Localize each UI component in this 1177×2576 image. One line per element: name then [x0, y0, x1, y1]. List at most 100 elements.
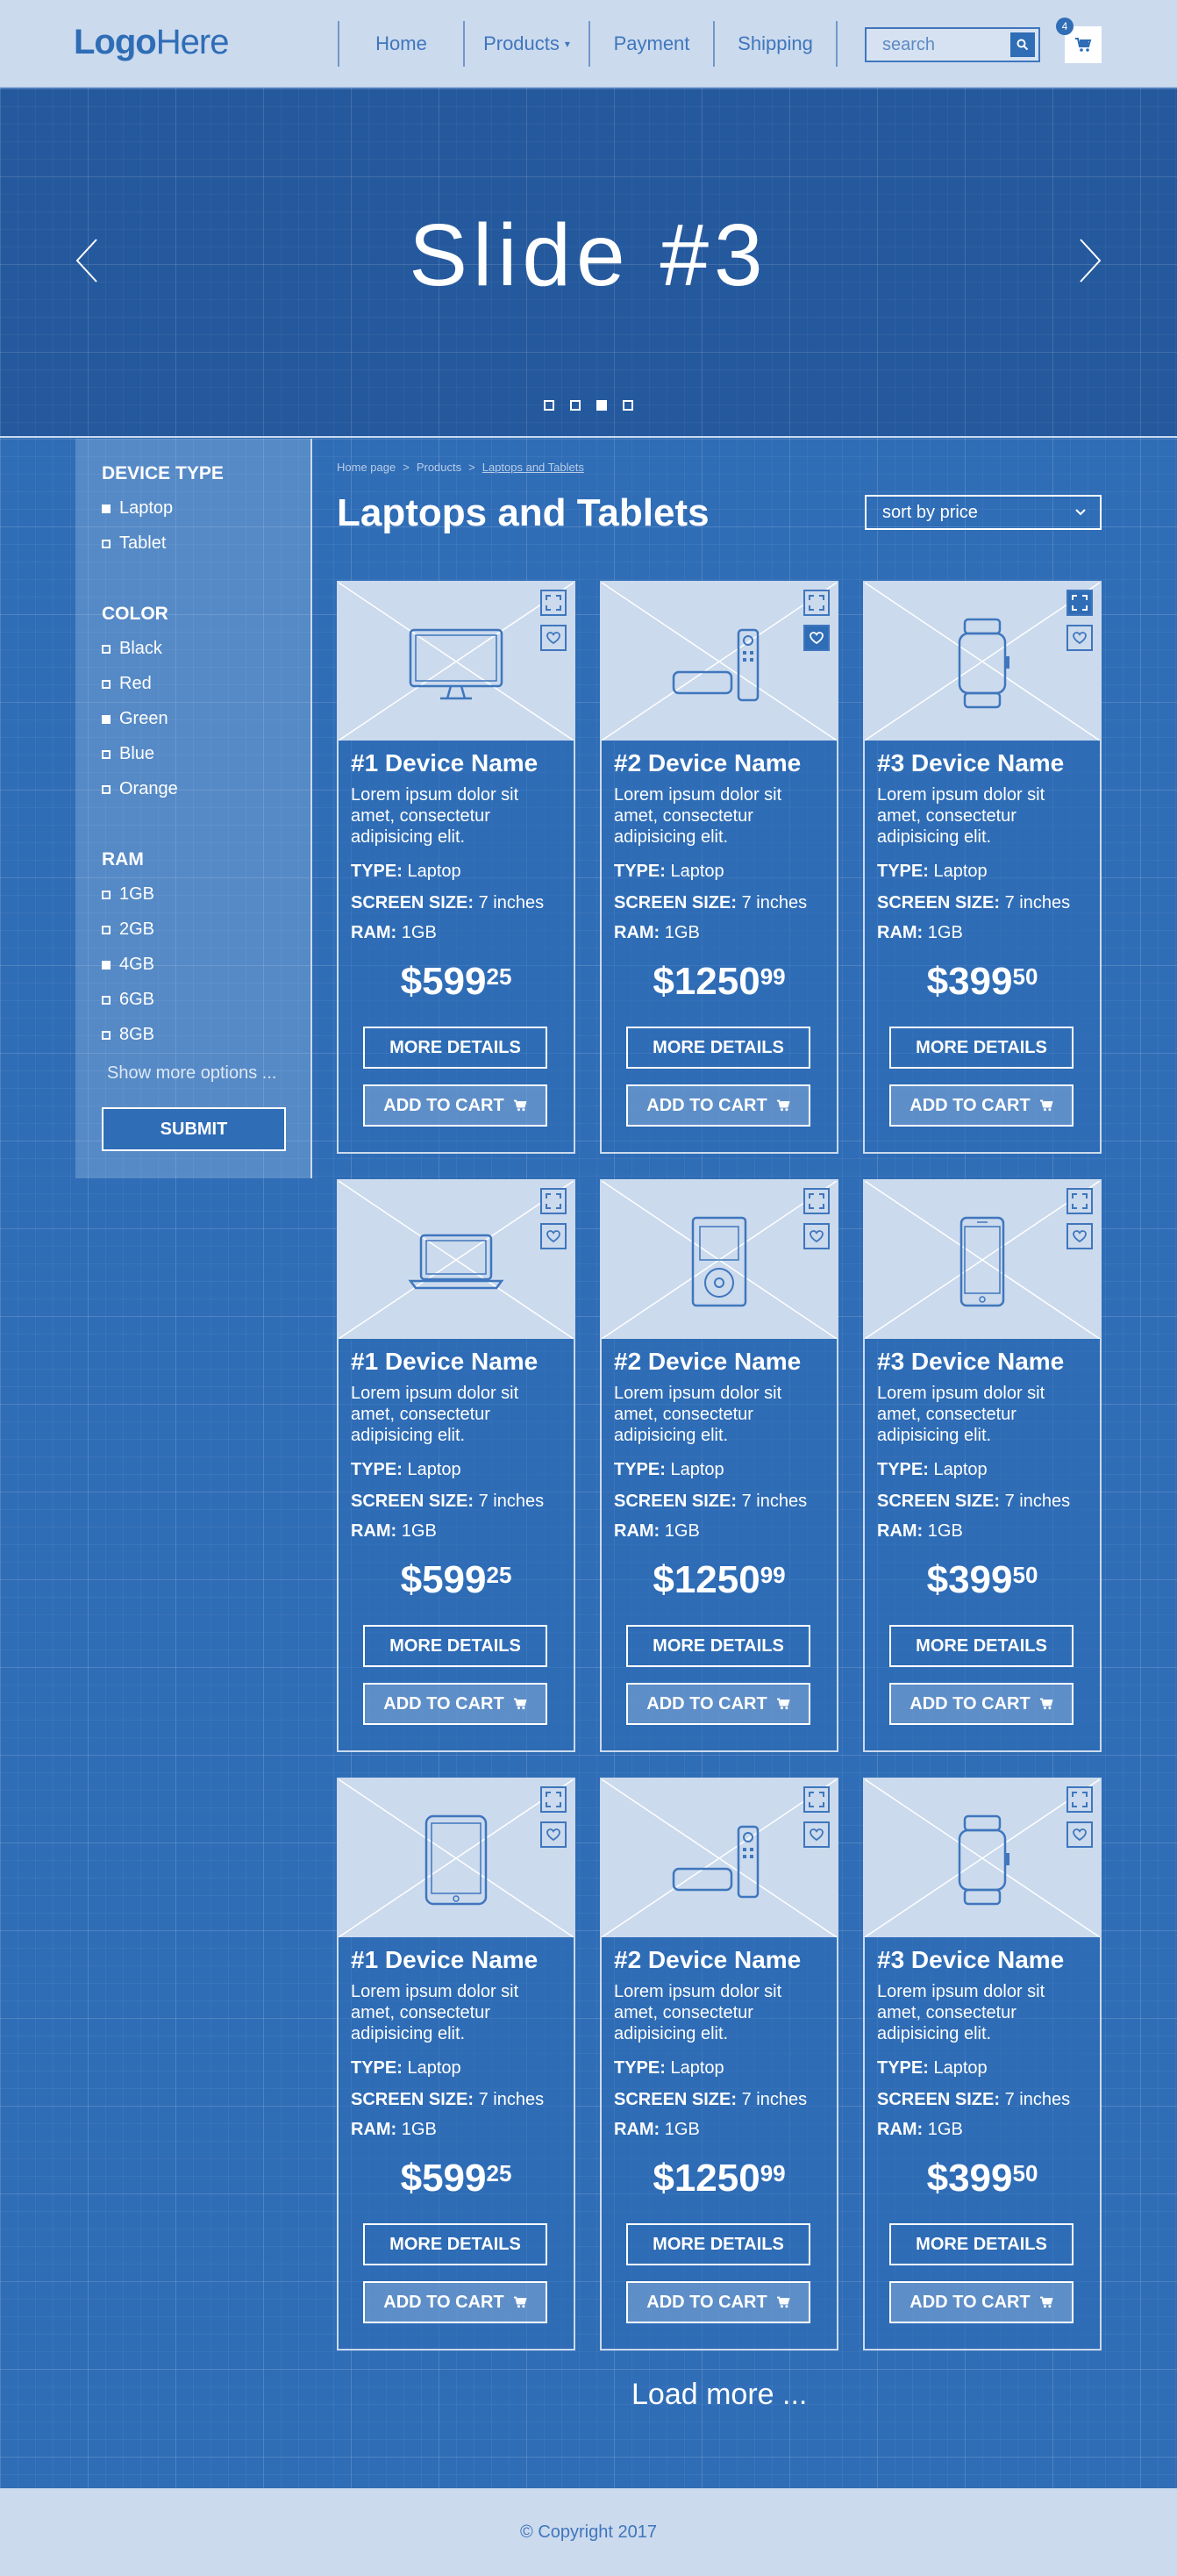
favorite-button[interactable]: [803, 1821, 830, 1848]
favorite-button[interactable]: [803, 625, 830, 651]
product-name[interactable]: #2 Device Name: [614, 1946, 801, 1974]
slider-next-arrow[interactable]: [1077, 238, 1103, 288]
checkbox[interactable]: [102, 784, 111, 794]
product-image[interactable]: [602, 583, 837, 741]
slider-dot[interactable]: [544, 400, 554, 411]
add-to-cart-button[interactable]: ADD TO CART: [363, 2281, 547, 2323]
expand-button[interactable]: [1066, 590, 1093, 616]
more-details-button[interactable]: MORE DETAILS: [889, 2223, 1074, 2265]
product-name[interactable]: #3 Device Name: [877, 1348, 1064, 1376]
product-image[interactable]: [602, 1181, 837, 1339]
breadcrumb-home[interactable]: Home page: [337, 461, 396, 474]
sort-select[interactable]: sort by price: [865, 495, 1102, 530]
more-details-button[interactable]: MORE DETAILS: [626, 1625, 810, 1667]
filter-option[interactable]: Black: [102, 639, 162, 659]
expand-button[interactable]: [803, 1188, 830, 1214]
slider-dot[interactable]: [570, 400, 581, 411]
checkbox-checked[interactable]: [102, 714, 111, 724]
logo[interactable]: LogoHere: [74, 23, 229, 62]
favorite-button[interactable]: [1066, 625, 1093, 651]
product-name[interactable]: #2 Device Name: [614, 1348, 801, 1376]
search-button[interactable]: [1010, 32, 1035, 57]
favorite-button[interactable]: [1066, 1821, 1093, 1848]
product-name[interactable]: #3 Device Name: [877, 749, 1064, 777]
checkbox[interactable]: [102, 679, 111, 689]
more-details-button[interactable]: MORE DETAILS: [363, 1027, 547, 1069]
filter-option[interactable]: 2GB: [102, 919, 154, 940]
filter-option[interactable]: Blue: [102, 744, 154, 764]
product-image[interactable]: [865, 1181, 1100, 1339]
nav-payment[interactable]: Payment: [588, 21, 713, 67]
favorite-button[interactable]: [540, 1223, 567, 1249]
submit-button[interactable]: SUBMIT: [102, 1107, 286, 1151]
product-image[interactable]: [339, 1779, 574, 1937]
filter-option[interactable]: 4GB: [102, 955, 154, 975]
slider-dot-active[interactable]: [596, 400, 607, 411]
add-to-cart-button[interactable]: ADD TO CART: [889, 1683, 1074, 1725]
checkbox[interactable]: [102, 749, 111, 759]
filter-option[interactable]: 8GB: [102, 1025, 154, 1045]
more-details-button[interactable]: MORE DETAILS: [363, 2223, 547, 2265]
favorite-button[interactable]: [1066, 1223, 1093, 1249]
expand-button[interactable]: [540, 1188, 567, 1214]
expand-button[interactable]: [803, 590, 830, 616]
product-name[interactable]: #2 Device Name: [614, 749, 801, 777]
product-image[interactable]: [865, 1779, 1100, 1937]
more-details-button[interactable]: MORE DETAILS: [889, 1027, 1074, 1069]
checkbox[interactable]: [102, 890, 111, 899]
product-image[interactable]: [339, 583, 574, 741]
add-to-cart-button[interactable]: ADD TO CART: [363, 1084, 547, 1127]
add-to-cart-button[interactable]: ADD TO CART: [889, 1084, 1074, 1127]
load-more-link[interactable]: Load more ...: [631, 2378, 807, 2412]
product-image[interactable]: [339, 1181, 574, 1339]
more-details-button[interactable]: MORE DETAILS: [626, 1027, 810, 1069]
product-ram: RAM: 1GB: [614, 923, 700, 942]
checkbox[interactable]: [102, 925, 111, 934]
nav-shipping[interactable]: Shipping: [713, 21, 838, 67]
checkbox-checked[interactable]: [102, 960, 111, 970]
expand-button[interactable]: [1066, 1786, 1093, 1813]
product-name[interactable]: #3 Device Name: [877, 1946, 1064, 1974]
checkbox-checked[interactable]: [102, 504, 111, 513]
expand-button[interactable]: [803, 1786, 830, 1813]
checkbox[interactable]: [102, 539, 111, 548]
nav-home[interactable]: Home: [338, 21, 463, 67]
expand-button[interactable]: [540, 590, 567, 616]
show-more-options-link[interactable]: Show more options ...: [107, 1063, 276, 1084]
favorite-button[interactable]: [540, 1821, 567, 1848]
add-to-cart-button[interactable]: ADD TO CART: [626, 1084, 810, 1127]
filter-option[interactable]: 1GB: [102, 884, 154, 905]
product-name[interactable]: #1 Device Name: [351, 1348, 538, 1376]
slider-dot[interactable]: [623, 400, 633, 411]
expand-button[interactable]: [1066, 1188, 1093, 1214]
product-image[interactable]: [865, 583, 1100, 741]
product-name[interactable]: #1 Device Name: [351, 1946, 538, 1974]
filter-option[interactable]: Green: [102, 709, 168, 729]
breadcrumb-products[interactable]: Products: [417, 461, 461, 474]
checkbox[interactable]: [102, 995, 111, 1005]
breadcrumb-current[interactable]: Laptops and Tablets: [482, 461, 584, 474]
filter-option[interactable]: 6GB: [102, 990, 154, 1010]
filter-option[interactable]: Tablet: [102, 533, 166, 554]
checkbox[interactable]: [102, 644, 111, 654]
add-to-cart-button[interactable]: ADD TO CART: [626, 2281, 810, 2323]
add-to-cart-button[interactable]: ADD TO CART: [889, 2281, 1074, 2323]
filter-option[interactable]: Red: [102, 674, 152, 694]
search-input[interactable]: [867, 29, 1007, 61]
more-details-button[interactable]: MORE DETAILS: [889, 1625, 1074, 1667]
more-details-button[interactable]: MORE DETAILS: [626, 2223, 810, 2265]
add-to-cart-button[interactable]: ADD TO CART: [363, 1683, 547, 1725]
nav-products[interactable]: Products ▾: [463, 21, 588, 67]
checkbox[interactable]: [102, 1030, 111, 1040]
filter-option[interactable]: Laptop: [102, 498, 173, 519]
slider-prev-arrow[interactable]: [74, 238, 100, 288]
expand-button[interactable]: [540, 1786, 567, 1813]
favorite-button[interactable]: [803, 1223, 830, 1249]
cart-button[interactable]: 4: [1056, 18, 1102, 63]
product-image[interactable]: [602, 1779, 837, 1937]
more-details-button[interactable]: MORE DETAILS: [363, 1625, 547, 1667]
add-to-cart-button[interactable]: ADD TO CART: [626, 1683, 810, 1725]
product-name[interactable]: #1 Device Name: [351, 749, 538, 777]
filter-option[interactable]: Orange: [102, 779, 178, 799]
favorite-button[interactable]: [540, 625, 567, 651]
